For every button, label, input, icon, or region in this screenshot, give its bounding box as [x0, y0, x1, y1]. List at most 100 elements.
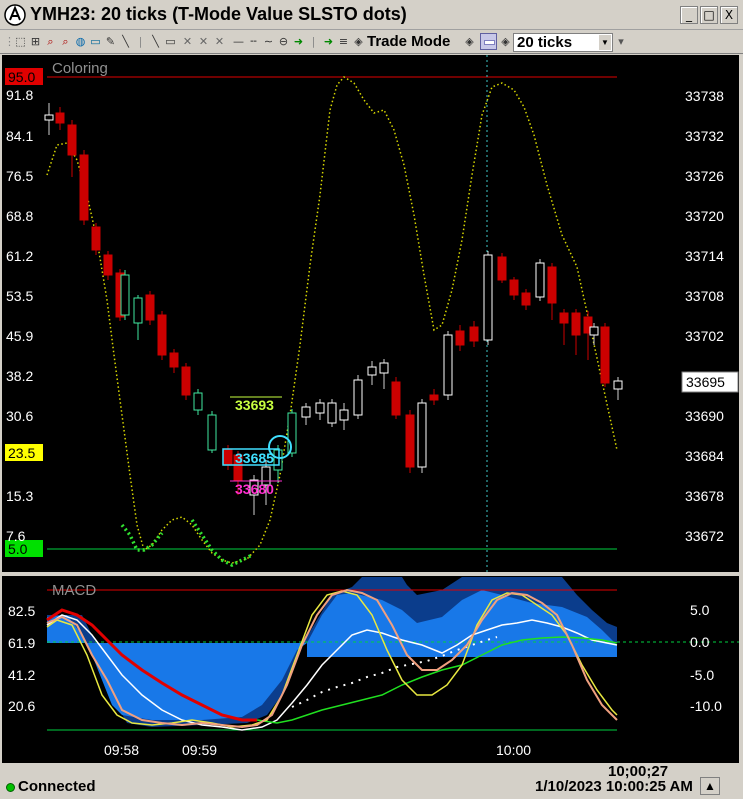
upper-left-axis: 91.8 84.1 76.5 68.8 61.2 53.5 45.9 38.2 30.6 15.3… [6, 87, 33, 544]
upper-left-tick: 53.5 [6, 288, 33, 304]
candle-body [67, 124, 77, 156]
upper-right-tick: 33738 [685, 88, 724, 104]
toolbar-grip-icon: ⋮ [4, 35, 15, 48]
lower-left-axis: 82.5 61.9 41.2 20.6 [8, 603, 35, 714]
app-logo-icon [4, 4, 26, 26]
trade-mode-toggle-icon[interactable]: ◈ [463, 35, 476, 48]
arrow-icon[interactable]: ➜ [292, 35, 305, 48]
chart-canvas[interactable]: Coloring 95.0 23.5 5.0 91.8 84.1 76.5 68.8 6… [2, 55, 739, 763]
candle-body [547, 266, 557, 304]
drawing-toolbar: ⋮ ⬚ ⊞ ⌕ ⌕ ◍ ▭ ✎ ╲ | ╲ ▭ ✕ ✕ ✕ — ╌ ∼ ⊖ ➜ … [0, 30, 743, 54]
candle-body [429, 394, 439, 401]
time-label-1000: 10:00 [496, 742, 531, 758]
minimize-button[interactable]: _ [680, 6, 698, 24]
select-icon[interactable]: ⬚ [14, 35, 27, 48]
candle-body [417, 402, 427, 468]
cross-icon[interactable]: ✕ [181, 35, 194, 48]
candle-body [589, 326, 599, 336]
candle-body [379, 362, 389, 374]
interval-select[interactable]: 20 ticks ▼ [513, 33, 613, 52]
zoom-icon[interactable]: ⊞ [29, 35, 42, 48]
candle-body [455, 330, 465, 346]
pencil-icon[interactable]: ✎ [104, 35, 117, 48]
candle-body [157, 314, 167, 356]
candle-body [521, 292, 531, 306]
lower-panel-label: MACD [52, 582, 96, 599]
candle-body [193, 392, 203, 411]
lower-right-tick: -5.0 [690, 667, 714, 683]
vertical-line-icon[interactable]: ╌ [247, 35, 260, 48]
level-label-33680: 33680 [235, 481, 274, 497]
ray-icon[interactable]: ╲ [149, 35, 162, 48]
channel-icon[interactable]: ◈ [352, 35, 365, 48]
rectangle-icon[interactable]: ▭ [164, 35, 177, 48]
stochastic-oversold-dots-b [190, 519, 253, 567]
upper-right-tick: 33708 [685, 288, 724, 304]
lower-right-tick: -10.0 [690, 698, 722, 714]
candle-body [103, 254, 113, 276]
candle-body [353, 379, 363, 416]
candle-body [55, 112, 65, 124]
lower-left-tick: 20.6 [8, 698, 35, 714]
trade-mode-button[interactable] [480, 33, 497, 50]
candle-body [169, 352, 179, 368]
upper-left-tick: 15.3 [6, 488, 33, 504]
stochastic-oversold-dots-a [120, 523, 164, 552]
upper-left-tick: 76.5 [6, 168, 33, 184]
candle-body [181, 366, 191, 396]
status-datetime: 1/10/2023 10:00:25 AM [535, 778, 693, 795]
connection-status-icon [6, 783, 15, 792]
trading-chart-window: YMH23: 20 ticks (T-Mode Value SLSTO dots… [0, 0, 743, 799]
candle-body [91, 226, 101, 251]
upper-right-tick: 33732 [685, 128, 724, 144]
candlestick-series [44, 103, 623, 515]
close-button[interactable]: X [720, 6, 738, 24]
horizontal-line-icon[interactable]: — [232, 35, 245, 48]
lower-left-tick: 82.5 [8, 603, 35, 619]
ellipse-icon[interactable]: ⊖ [277, 35, 290, 48]
panel-divider[interactable] [2, 572, 739, 576]
magnifier-minus-icon[interactable]: ⌕ [59, 35, 72, 48]
magnifier-icon[interactable]: ⌕ [44, 35, 57, 48]
upper-right-tick: 33702 [685, 328, 724, 344]
toolbar-overflow-icon[interactable]: ▾ [617, 35, 625, 48]
cross-alt-icon[interactable]: ✕ [197, 35, 210, 48]
candle-body [339, 409, 349, 421]
candle-body [327, 402, 337, 424]
window-title: YMH23: 20 ticks (T-Mode Value SLSTO dots… [30, 4, 407, 24]
upper-left-tick: 38.2 [6, 368, 33, 384]
candle-body [315, 402, 325, 414]
candle-body [301, 406, 311, 418]
candle-body [133, 297, 143, 324]
pan-icon[interactable]: ◍ [74, 35, 87, 48]
candle-body [469, 326, 479, 342]
separator-icon-2: | [311, 35, 316, 48]
line-tool-icon[interactable]: ╲ [119, 35, 132, 48]
eraser-icon[interactable]: ▭ [89, 35, 102, 48]
upper-left-tick: 30.6 [6, 408, 33, 424]
upper-right-tick: 33672 [685, 528, 724, 544]
maximize-button[interactable]: □ [700, 6, 718, 24]
upper-left-tick: 84.1 [6, 128, 33, 144]
upper-right-tick: 33720 [685, 208, 724, 224]
fibonacci-icon[interactable]: ≡ [337, 35, 350, 48]
candle-body [613, 380, 623, 390]
delete-icon[interactable]: ✕ [213, 35, 226, 48]
upper-left-tick: 7.6 [6, 528, 26, 544]
candle-body [509, 279, 519, 296]
title-bar[interactable]: YMH23: 20 ticks (T-Mode Value SLSTO dots… [0, 0, 743, 30]
candle-body [405, 414, 415, 468]
curve-icon[interactable]: ∼ [262, 35, 275, 48]
candle-body [223, 449, 233, 466]
chart-area[interactable]: Coloring 95.0 23.5 5.0 91.8 84.1 76.5 68.8 6… [2, 55, 739, 763]
chevron-down-icon[interactable]: ▼ [599, 35, 611, 50]
upper-left-tick: 61.2 [6, 248, 33, 264]
upper-right-tick: 33726 [685, 168, 724, 184]
candle-body [207, 414, 217, 451]
candle-body [571, 312, 581, 336]
resize-grip-icon[interactable]: ▲ [700, 777, 720, 795]
level-label-33693: 33693 [235, 397, 274, 413]
upper-right-tick: 33678 [685, 488, 724, 504]
arrow-right-icon[interactable]: ➜ [322, 35, 335, 48]
candle-body [497, 256, 507, 281]
